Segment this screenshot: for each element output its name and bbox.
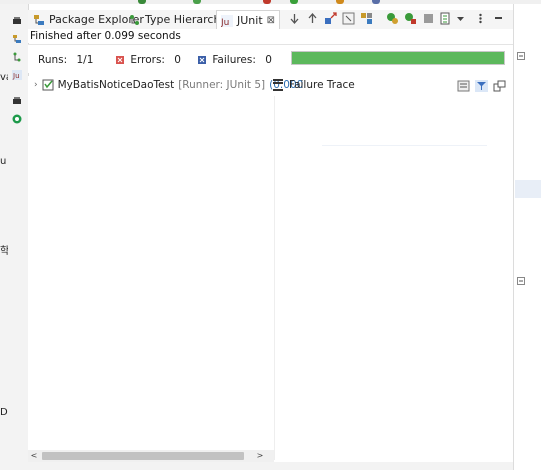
scroll-left-arrow[interactable]: <	[28, 450, 40, 462]
tab-junit[interactable]: Ju JUnit ⊠	[216, 10, 281, 30]
failure-icon	[198, 56, 206, 64]
results-header-row: › MyBatisNoticeDaoTest [Runner: JUnit 5]…	[28, 76, 513, 96]
horizontal-scrollbar[interactable]: < >	[28, 450, 274, 462]
test-tree-item[interactable]: › MyBatisNoticeDaoTest [Runner: JUnit 5]…	[34, 79, 303, 91]
tab-label: Type Hierarchy	[145, 13, 227, 26]
errors-counter: Errors: 0	[116, 54, 181, 66]
edge-text-c: 학	[0, 246, 8, 257]
failures-value: 0	[265, 54, 272, 66]
filter-stack-trace-icon[interactable]	[475, 80, 488, 92]
restore-icon[interactable]	[12, 96, 22, 106]
svg-text:Ju: Ju	[221, 18, 229, 27]
next-failure-icon[interactable]	[288, 12, 301, 25]
junit-icon: Ju	[221, 14, 233, 27]
previous-failure-icon[interactable]	[306, 12, 319, 25]
edge-text-d: D	[0, 407, 8, 418]
history-dropdown-icon[interactable]	[456, 12, 465, 25]
tab-package-explorer[interactable]: Package Explorer	[33, 10, 144, 29]
stop-run-icon[interactable]	[422, 12, 435, 25]
minimize-view-icon[interactable]	[492, 12, 505, 25]
close-icon[interactable]: ⊠	[267, 15, 275, 26]
stop-icon[interactable]	[263, 0, 271, 4]
test-class-name: MyBatisNoticeDaoTest	[57, 79, 175, 91]
test-suite-ok-icon	[42, 79, 54, 91]
runs-value: 1/1	[76, 54, 94, 66]
run-status-text: Finished after 0.099 seconds	[28, 29, 515, 43]
collapse-marker-icon[interactable]	[517, 277, 525, 285]
collapse-marker-icon[interactable]	[517, 52, 525, 60]
type-hierarchy-icon[interactable]	[12, 52, 22, 62]
failure-trace-pane[interactable]	[274, 96, 514, 460]
runner-info: [Runner: JUnit 5]	[178, 79, 266, 91]
test-tree-pane[interactable]	[28, 96, 273, 450]
editor-gutter	[513, 4, 541, 470]
run-icon[interactable]	[138, 0, 146, 4]
layout-icon[interactable]	[360, 12, 373, 25]
runs-label: Runs:	[38, 54, 68, 66]
package-explorer-icon[interactable]	[12, 34, 22, 44]
debug-icon[interactable]	[193, 0, 201, 4]
rerun-test-icon[interactable]	[386, 12, 399, 25]
run-last-icon[interactable]	[290, 0, 298, 4]
edge-text-b: u	[0, 156, 7, 167]
left-fast-view-bar: va u 학 D Ju	[0, 4, 29, 470]
scroll-lock-icon[interactable]	[342, 12, 355, 25]
type-hierarchy-icon	[130, 14, 139, 25]
progress-bar	[291, 51, 505, 65]
rerun-failed-first-icon[interactable]	[404, 12, 417, 25]
errors-label: Errors:	[130, 54, 165, 66]
scrollbar-thumb[interactable]	[42, 452, 244, 460]
failure-trace-title: Failure Trace	[289, 79, 355, 91]
copy-trace-icon[interactable]	[493, 80, 506, 92]
test-run-history-icon[interactable]	[440, 12, 453, 25]
compare-results-icon[interactable]	[457, 80, 470, 92]
view-menu-icon[interactable]	[474, 12, 487, 25]
failure-trace-header: Failure Trace	[273, 79, 355, 91]
errors-value: 0	[174, 54, 181, 66]
tab-type-hierarchy[interactable]: Type Hierarchy	[129, 10, 227, 29]
editor-highlight	[515, 180, 541, 198]
minimize-icon[interactable]	[12, 16, 22, 26]
bottom-border	[28, 462, 513, 470]
failures-label: Failures:	[212, 54, 256, 66]
tab-label: JUnit	[237, 14, 263, 27]
progress-bar-fill	[292, 52, 504, 64]
expand-chevron-icon[interactable]: ›	[34, 80, 38, 90]
package-explorer-icon	[34, 14, 44, 25]
svg-text:Ju: Ju	[12, 72, 20, 80]
test-counters: Runs: 1/1 Errors: 0 Failures: 0	[28, 44, 513, 73]
show-failures-only-icon[interactable]	[324, 12, 337, 25]
tool-icon-2[interactable]	[372, 0, 380, 4]
top-toolbar-strip	[0, 0, 541, 4]
failure-trace-icon	[273, 79, 283, 91]
edge-text-a: va	[0, 72, 8, 83]
error-icon	[116, 56, 124, 64]
tool-icon[interactable]	[336, 0, 344, 4]
junit-icon[interactable]: Ju	[12, 70, 22, 80]
console-icon[interactable]	[12, 114, 22, 124]
runs-counter: Runs: 1/1	[38, 54, 93, 66]
failures-counter: Failures: 0	[198, 54, 272, 66]
scroll-right-arrow[interactable]: >	[254, 450, 266, 462]
selection-highlight	[322, 145, 487, 146]
